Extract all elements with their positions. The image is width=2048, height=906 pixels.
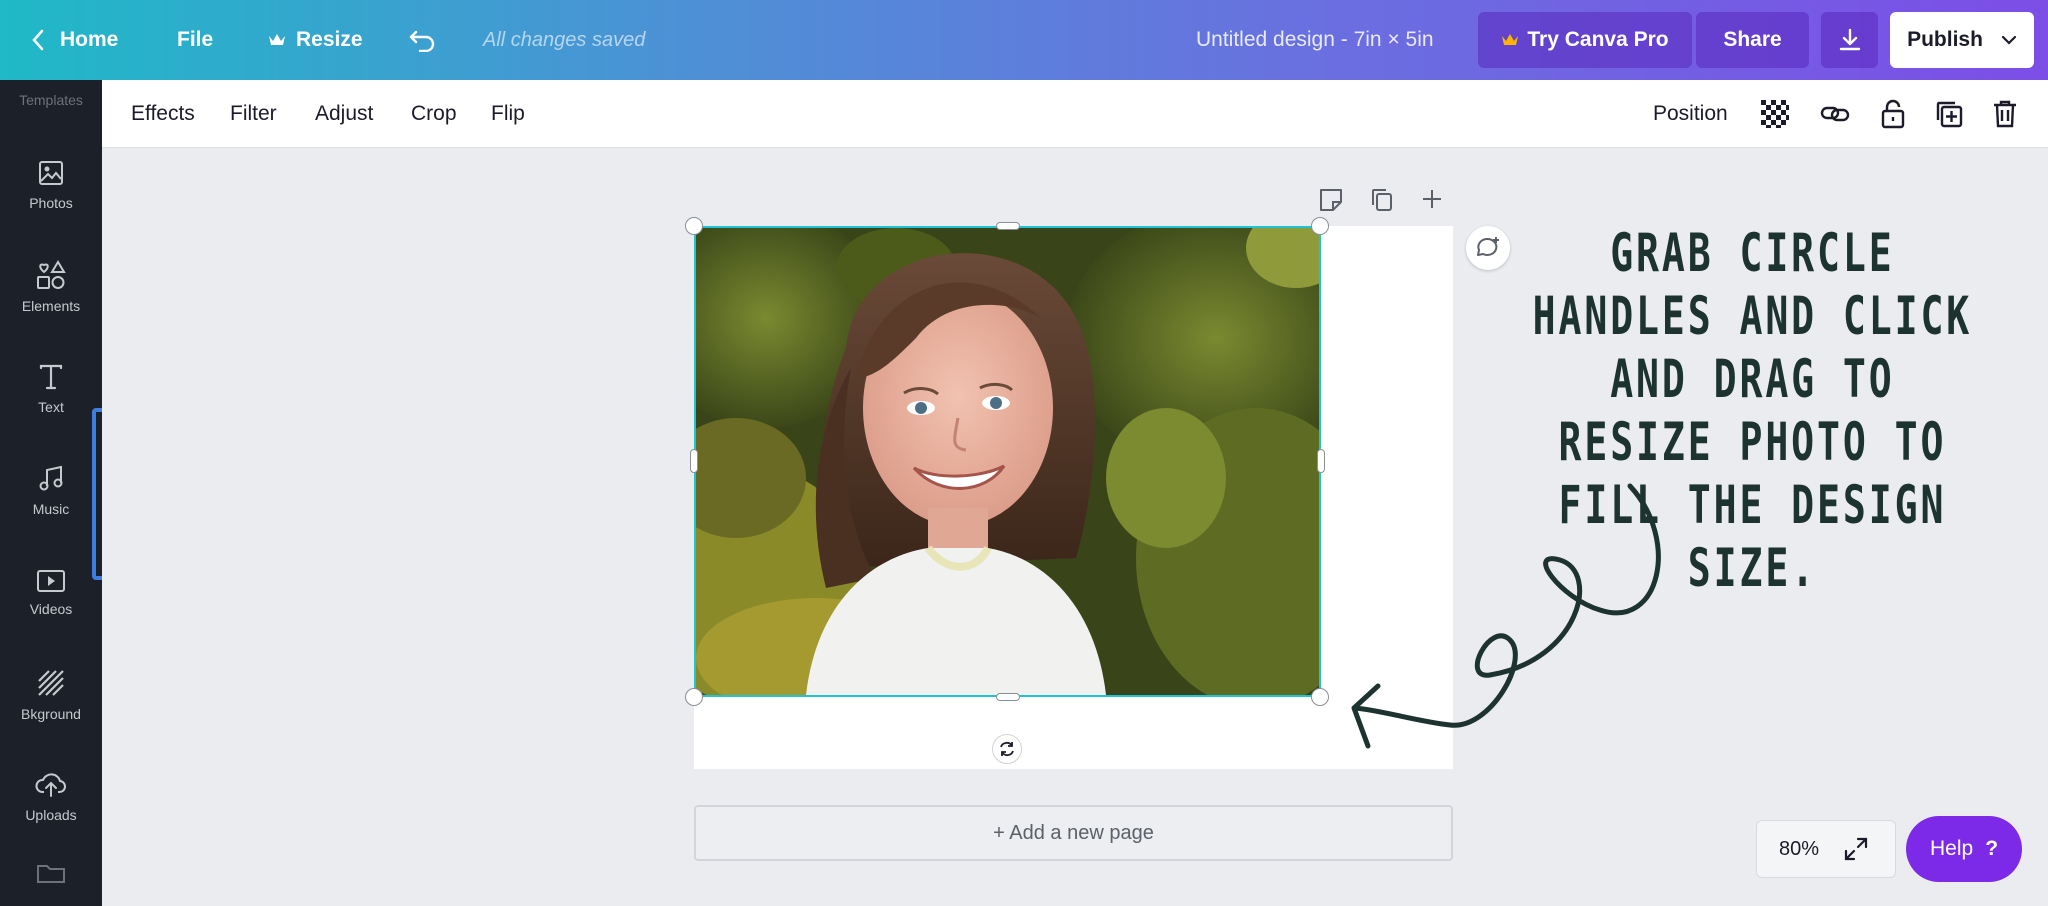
templates-tab-label[interactable]: Templates — [0, 92, 102, 108]
left-sidebar: Templates Photos Elements Text Music Vid… — [0, 80, 102, 906]
rotate-icon — [1000, 741, 1014, 757]
music-icon — [39, 465, 63, 491]
duplicate-icon — [1936, 101, 1963, 128]
save-status: All changes saved — [483, 28, 646, 51]
sidebar-item-label: Bkground — [21, 706, 81, 722]
share-button[interactable]: Share — [1696, 12, 1809, 68]
transparency-button[interactable] — [1759, 98, 1791, 130]
resize-handle-top-right[interactable] — [1311, 217, 1329, 235]
help-label: Help — [1929, 837, 1974, 860]
download-icon — [1839, 28, 1860, 51]
portrait-photo — [696, 228, 1319, 695]
sidebar-item-label: Videos — [29, 601, 73, 617]
resize-handle-bottom[interactable] — [996, 693, 1020, 701]
question-icon: ? — [1985, 837, 1999, 860]
resize-handle-top[interactable] — [996, 222, 1020, 230]
adjust-button[interactable]: Adjust — [315, 80, 373, 148]
undo-button[interactable] — [408, 0, 438, 80]
effects-button[interactable]: Effects — [131, 80, 195, 148]
sidebar-item-photos[interactable]: Photos — [0, 140, 102, 230]
help-button[interactable]: Help ? — [1906, 816, 2022, 882]
trash-icon — [1994, 100, 2016, 128]
sidebar-item-music[interactable]: Music — [0, 446, 102, 536]
image-edit-toolbar: Effects Filter Adjust Crop Flip Position — [102, 80, 2048, 148]
comment-icon — [1477, 237, 1499, 256]
file-menu[interactable]: File — [177, 0, 213, 80]
position-button[interactable]: Position — [1653, 80, 1728, 148]
add-note-button[interactable] — [1318, 187, 1346, 215]
duplicate-page-button[interactable] — [1370, 187, 1398, 215]
crop-button[interactable]: Crop — [411, 80, 457, 148]
add-comment-button[interactable] — [1466, 226, 1510, 270]
folder-icon — [37, 865, 65, 883]
unlock-icon — [1881, 99, 1905, 129]
sidebar-item-uploads[interactable]: Uploads — [0, 752, 102, 842]
publish-label: Publish — [1907, 28, 1983, 51]
try-pro-label: Try Canva Pro — [1527, 28, 1669, 51]
add-page-plus-button[interactable] — [1420, 187, 1448, 215]
lock-button[interactable] — [1877, 98, 1909, 130]
annotation-arrow — [1351, 483, 1661, 749]
top-bar: Home File Resize All changes saved Untit… — [0, 0, 2048, 80]
sidebar-item-videos[interactable]: Videos — [0, 548, 102, 638]
sidebar-item-label: Photos — [29, 195, 73, 211]
text-icon — [39, 364, 63, 390]
download-button[interactable] — [1821, 12, 1878, 68]
shapes-icon — [37, 260, 66, 289]
sidebar-item-label: Music — [32, 501, 70, 517]
file-label: File — [177, 28, 214, 51]
upload-icon — [35, 773, 66, 797]
add-new-page-button[interactable]: + Add a new page — [694, 805, 1453, 861]
background-icon — [38, 670, 64, 696]
resize-button[interactable]: Resize — [268, 0, 363, 80]
resize-handle-top-left[interactable] — [685, 217, 703, 235]
resize-label: Resize — [296, 28, 363, 51]
zoom-control[interactable]: 80% — [1756, 820, 1896, 878]
home-label: Home — [60, 28, 119, 51]
selected-photo[interactable] — [694, 226, 1321, 697]
sidebar-item-label: Text — [38, 399, 64, 415]
zoom-level: 80% — [1779, 837, 1820, 860]
home-button[interactable]: Home — [30, 0, 118, 80]
try-canva-pro-button[interactable]: Try Canva Pro — [1478, 12, 1692, 68]
resize-handle-left[interactable] — [690, 449, 698, 473]
filter-button[interactable]: Filter — [230, 80, 277, 148]
publish-button[interactable]: Publish — [1890, 12, 2034, 68]
resize-handle-bottom-right[interactable] — [1311, 688, 1329, 706]
chevron-down-icon — [2001, 35, 2017, 45]
resize-handle-bottom-left[interactable] — [685, 688, 703, 706]
duplicate-button[interactable] — [1933, 98, 1965, 130]
note-icon — [1320, 189, 1342, 211]
sidebar-item-background[interactable]: Bkground — [0, 650, 102, 740]
copy-icon — [1372, 189, 1392, 211]
crown-icon — [1502, 34, 1519, 45]
share-label: Share — [1723, 28, 1782, 51]
delete-button[interactable] — [1989, 98, 2021, 130]
fullscreen-icon[interactable] — [1843, 836, 1869, 862]
plus-icon — [1423, 190, 1441, 208]
photo-icon — [39, 161, 63, 185]
undo-icon — [409, 30, 435, 52]
sidebar-item-folder[interactable] — [0, 860, 102, 900]
flip-button[interactable]: Flip — [491, 80, 525, 148]
link-icon — [1820, 106, 1850, 122]
sidebar-item-label: Uploads — [25, 807, 77, 823]
rotate-handle[interactable] — [992, 734, 1022, 764]
resize-handle-right[interactable] — [1317, 449, 1325, 473]
design-title[interactable]: Untitled design - 7in × 5in — [1196, 0, 1434, 80]
link-button[interactable] — [1819, 98, 1851, 130]
checkerboard-icon — [1761, 100, 1789, 128]
sidebar-item-elements[interactable]: Elements — [0, 242, 102, 332]
sidebar-item-label: Elements — [21, 298, 81, 314]
crown-icon — [269, 34, 285, 45]
chevron-left-icon — [32, 29, 44, 51]
sidebar-item-text[interactable]: Text — [0, 344, 102, 434]
video-icon — [37, 570, 65, 592]
